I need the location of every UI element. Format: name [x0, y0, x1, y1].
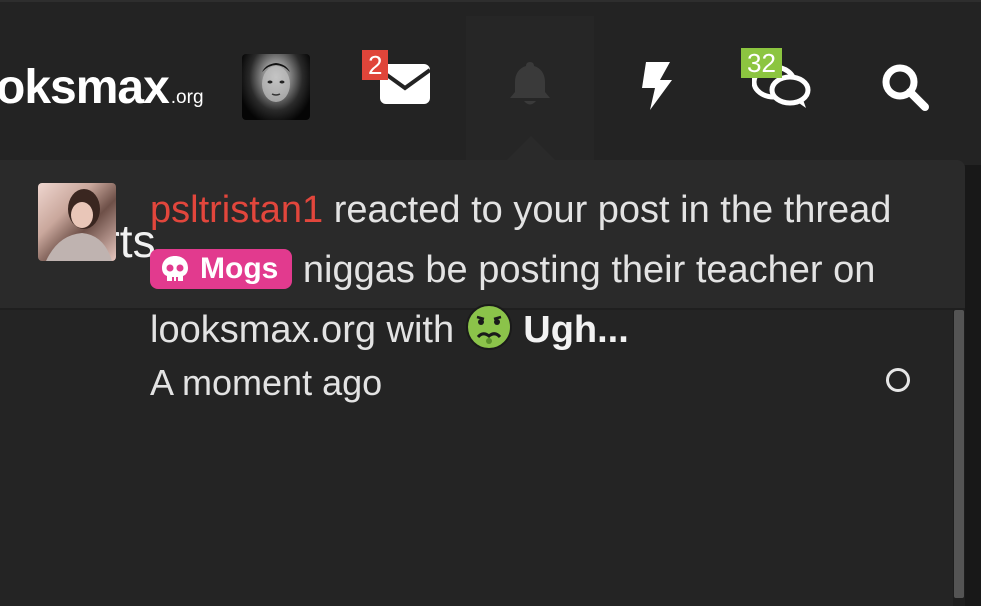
logo-tld: .org: [170, 87, 204, 108]
messages-count-badge: 32: [741, 48, 782, 78]
user-photo: [46, 189, 112, 261]
alert-username-link[interactable]: psltristan1: [150, 189, 323, 231]
alert-message: psltristan1 reacted to your post in the …: [150, 180, 910, 369]
reaction-label: Ugh...: [523, 309, 629, 351]
site-logo[interactable]: oksmax .org: [0, 64, 204, 112]
conversations-count-badge: 2: [362, 50, 389, 80]
logo-text: oksmax: [0, 61, 170, 114]
nauseated-face-icon: [465, 303, 513, 369]
bolt-icon: [642, 62, 672, 110]
alert-user-avatar[interactable]: [38, 183, 116, 261]
skull-icon: [162, 256, 188, 281]
page-edge: [965, 165, 981, 606]
alert-text-with: with: [375, 309, 465, 351]
top-navigation-bar: oksmax .org 2 32: [0, 0, 981, 168]
mark-read-toggle[interactable]: [886, 368, 910, 392]
prefix-label: Mogs: [200, 252, 279, 285]
alert-text-action: reacted to your post in the thread: [323, 189, 892, 231]
scrollbar-thumb[interactable]: [954, 310, 964, 598]
thread-prefix-badge[interactable]: Mogs: [150, 249, 293, 289]
profile-photo: [262, 63, 290, 102]
alert-timestamp: A moment ago: [150, 362, 383, 403]
dropdown-caret: [505, 136, 557, 162]
search-icon: [882, 64, 929, 111]
whats-new-button[interactable]: [640, 60, 674, 112]
user-avatar-menu[interactable]: [242, 54, 310, 120]
scrollbar[interactable]: [953, 310, 965, 606]
bell-icon: [510, 62, 550, 105]
search-button[interactable]: [880, 62, 930, 112]
